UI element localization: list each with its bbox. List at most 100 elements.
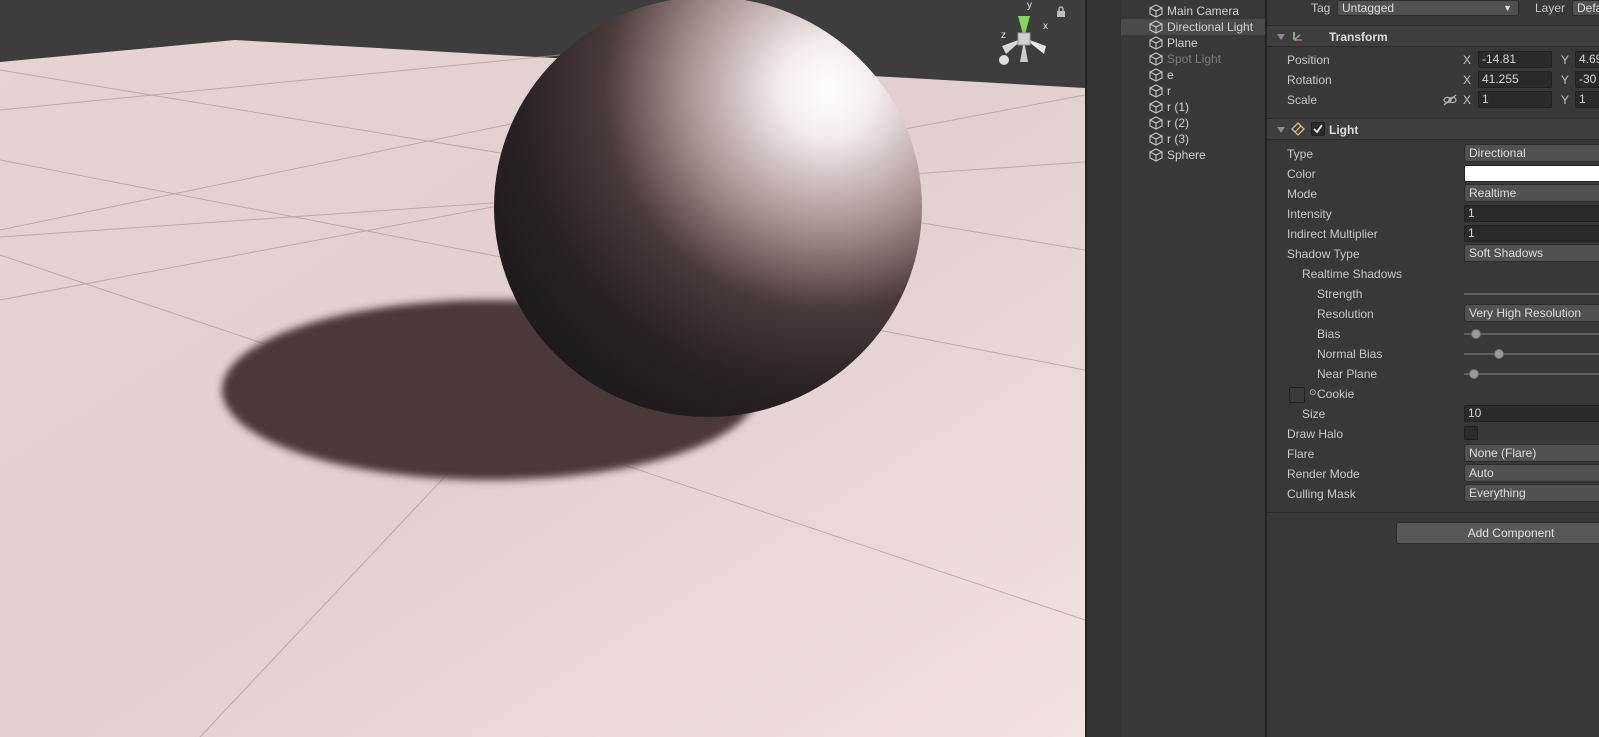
- chevron-down-icon: ▼: [1503, 3, 1512, 13]
- scale-y-axis-label: Y: [1561, 93, 1570, 107]
- render-mode-dropdown[interactable]: Auto: [1464, 464, 1599, 482]
- position-x-field[interactable]: -14.81: [1478, 51, 1552, 68]
- rotation-y-axis-label: Y: [1561, 73, 1570, 87]
- constrain-proportions-icon[interactable]: [1443, 94, 1457, 106]
- shadow-type-label: Shadow Type: [1287, 247, 1360, 261]
- hierarchy-item-label: r (1): [1167, 100, 1189, 114]
- light-header[interactable]: Light: [1267, 118, 1599, 140]
- position-y-field[interactable]: 4.69: [1575, 51, 1599, 68]
- hierarchy-item-label: r: [1167, 84, 1171, 98]
- normal-bias-slider-handle[interactable]: [1494, 349, 1504, 359]
- transform-icon: [1293, 32, 1302, 41]
- hierarchy-item[interactable]: e: [1149, 67, 1267, 83]
- hierarchy-item[interactable]: Spot Light: [1149, 51, 1267, 67]
- hierarchy-item[interactable]: r: [1149, 83, 1267, 99]
- bias-slider-handle[interactable]: [1471, 329, 1481, 339]
- cookie-thumbnail[interactable]: [1289, 387, 1305, 403]
- cube-icon: [1149, 52, 1163, 66]
- scale-y-field[interactable]: 1: [1575, 91, 1599, 108]
- bias-slider[interactable]: [1464, 333, 1599, 335]
- normal-bias-slider[interactable]: [1464, 353, 1599, 355]
- hierarchy-item-label: Main Camera: [1167, 4, 1240, 18]
- resolution-dropdown[interactable]: Very High Resolution: [1464, 304, 1599, 322]
- tag-dropdown[interactable]: Untagged ▼: [1337, 0, 1519, 16]
- lock-icon[interactable]: [1056, 6, 1066, 18]
- rotation-x-axis-label: X: [1463, 73, 1472, 87]
- rotation-label: Rotation: [1287, 73, 1332, 87]
- scene-view[interactable]: y x z <: [0, 0, 1085, 737]
- hierarchy-gutter: [1087, 0, 1121, 737]
- shadow-type-dropdown[interactable]: Soft Shadows: [1464, 244, 1599, 262]
- type-dropdown[interactable]: Directional: [1464, 144, 1599, 162]
- layer-dropdown[interactable]: Defa: [1572, 0, 1599, 16]
- mode-dropdown[interactable]: Realtime: [1464, 184, 1599, 202]
- add-component-button[interactable]: Add Component: [1396, 522, 1599, 544]
- tag-value: Untagged: [1342, 1, 1395, 15]
- color-label: Color: [1287, 167, 1316, 181]
- scale-x-field[interactable]: 1: [1478, 91, 1552, 108]
- resolution-label: Resolution: [1317, 307, 1374, 321]
- inspector-divider: [1267, 512, 1599, 513]
- size-field[interactable]: 10: [1464, 405, 1599, 422]
- gizmo-back-arrow[interactable]: <: [1002, 86, 1008, 98]
- object-picker-icon[interactable]: ⊙: [1309, 387, 1317, 398]
- strength-label: Strength: [1317, 287, 1363, 301]
- hierarchy-item[interactable]: Directional Light: [1121, 19, 1267, 35]
- cube-icon: [1149, 116, 1163, 130]
- culling-mask-dropdown[interactable]: Everything: [1464, 484, 1599, 502]
- intensity-field[interactable]: 1: [1464, 205, 1599, 222]
- transform-header[interactable]: Transform: [1267, 25, 1599, 47]
- flare-field[interactable]: None (Flare): [1464, 444, 1599, 462]
- fold-arrow-icon[interactable]: [1277, 127, 1285, 133]
- layer-label: Layer: [1535, 1, 1566, 15]
- fold-arrow-icon[interactable]: [1277, 34, 1285, 40]
- hierarchy-panel: Main Camera Directional Light Plane Spot Li…: [1085, 0, 1267, 737]
- near-plane-slider[interactable]: [1464, 373, 1599, 375]
- hierarchy-item[interactable]: Sphere: [1149, 147, 1267, 163]
- cube-icon: [1149, 132, 1163, 146]
- gizmo-x-label: x: [1043, 21, 1048, 32]
- cube-icon: [1149, 36, 1163, 50]
- position-y-axis-label: Y: [1561, 53, 1570, 67]
- position-x-axis-label: X: [1463, 53, 1472, 67]
- cube-icon: [1149, 20, 1163, 34]
- cookie-label: Cookie: [1317, 387, 1355, 401]
- hierarchy-item-label: Plane: [1167, 36, 1198, 50]
- layer-value: Defa: [1577, 1, 1599, 15]
- color-swatch-field[interactable]: [1464, 165, 1599, 182]
- indirect-multiplier-label: Indirect Multiplier: [1287, 227, 1378, 241]
- scale-x-axis-label: X: [1463, 93, 1472, 107]
- light-icon: [1291, 122, 1305, 136]
- rotation-x-field[interactable]: 41.255: [1478, 71, 1552, 88]
- hierarchy-item[interactable]: r (3): [1149, 131, 1267, 147]
- render-mode-label: Render Mode: [1287, 467, 1360, 481]
- strength-slider[interactable]: [1464, 293, 1599, 295]
- gizmo-y-label: y: [1027, 0, 1032, 11]
- cube-icon: [1149, 4, 1163, 18]
- tag-label: Tag: [1311, 1, 1331, 15]
- draw-halo-checkbox[interactable]: [1464, 426, 1478, 440]
- cube-icon: [1149, 68, 1163, 82]
- cube-icon: [1149, 100, 1163, 114]
- gizmo-z-label: z: [1001, 30, 1006, 41]
- light-enabled-checkbox[interactable]: [1311, 122, 1325, 136]
- hierarchy-item-label: r (3): [1167, 132, 1189, 146]
- sphere-object[interactable]: [494, 0, 922, 417]
- scale-label: Scale: [1287, 93, 1318, 107]
- light-title: Light: [1329, 123, 1359, 137]
- indirect-multiplier-field[interactable]: 1: [1464, 225, 1599, 242]
- hierarchy-item-label: e: [1167, 68, 1174, 82]
- hierarchy-item[interactable]: Main Camera: [1149, 3, 1267, 19]
- scene-viewport[interactable]: [0, 0, 1085, 737]
- inspector-panel: Tag Untagged ▼ Layer Defa Transform Posit…: [1265, 0, 1599, 737]
- mode-label: Mode: [1287, 187, 1318, 201]
- hierarchy-item[interactable]: Plane: [1149, 35, 1267, 51]
- near-plane-slider-handle[interactable]: [1469, 369, 1479, 379]
- hierarchy-item[interactable]: r (1): [1149, 99, 1267, 115]
- culling-mask-label: Culling Mask: [1287, 487, 1356, 501]
- rotation-y-field[interactable]: -30: [1575, 71, 1599, 88]
- type-label: Type: [1287, 147, 1314, 161]
- hierarchy-item[interactable]: r (2): [1149, 115, 1267, 131]
- cube-icon: [1149, 84, 1163, 98]
- flare-label: Flare: [1287, 447, 1315, 461]
